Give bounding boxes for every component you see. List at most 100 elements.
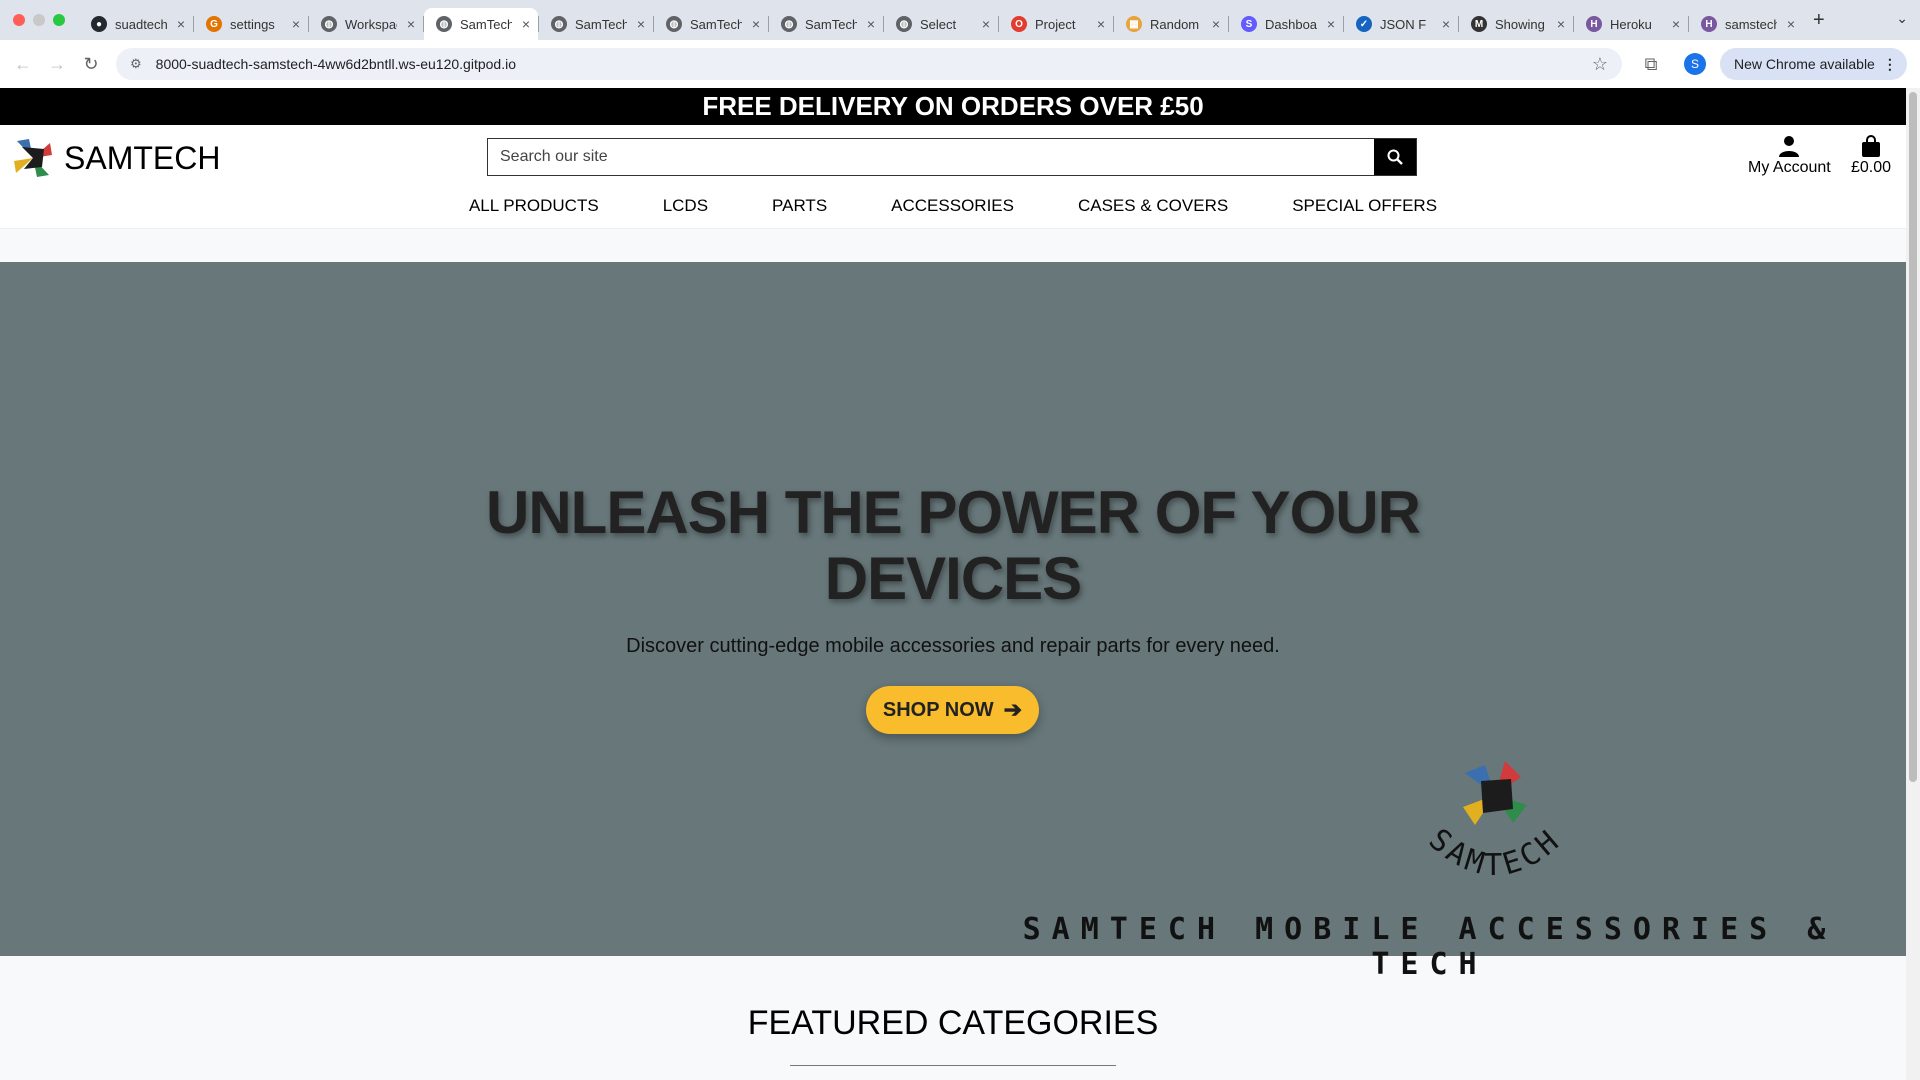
tab-label: Dashboard bbox=[1265, 16, 1317, 32]
samtech-logo-icon bbox=[14, 139, 52, 177]
tab-close-icon[interactable]: × bbox=[1097, 16, 1105, 32]
browser-tab[interactable]: S Dashboard × bbox=[1229, 8, 1343, 40]
browser-tab[interactable]: M Showing × bbox=[1459, 8, 1573, 40]
samtech-emblem-icon: SAMTECH bbox=[1422, 761, 1568, 883]
github-icon: ● bbox=[91, 16, 107, 32]
browser-toolbar: ← → ↻ ⚙ 8000-suadtech-samstech-4ww6d2bnt… bbox=[0, 40, 1920, 88]
tab-close-icon[interactable]: × bbox=[292, 16, 300, 32]
tab-close-icon[interactable]: × bbox=[1787, 16, 1795, 32]
arrow-right-icon: ➔ bbox=[1003, 697, 1023, 722]
zoom-window-button[interactable] bbox=[53, 14, 65, 26]
svg-text:SAMTECH: SAMTECH bbox=[1422, 822, 1568, 883]
site-logo[interactable]: SAMTECH bbox=[12, 137, 220, 179]
forward-arrow-icon[interactable]: → bbox=[40, 54, 74, 75]
nav-all-products[interactable]: ALL PRODUCTS bbox=[437, 196, 631, 216]
stripe-icon: S bbox=[1241, 16, 1257, 32]
nav-special-offers[interactable]: SPECIAL OFFERS bbox=[1260, 196, 1469, 216]
tab-close-icon[interactable]: × bbox=[177, 16, 185, 32]
tab-close-icon[interactable]: × bbox=[1442, 16, 1450, 32]
reload-icon[interactable]: ↻ bbox=[74, 54, 108, 75]
browser-tab[interactable]: ◍ SamTech × bbox=[424, 8, 538, 40]
browser-tab[interactable]: ◍ SamTech × bbox=[769, 8, 883, 40]
emblem-text: SAMTECH bbox=[1422, 822, 1564, 883]
tab-search-chevron-icon[interactable]: ⌄ bbox=[1896, 10, 1908, 27]
browser-tab[interactable]: O Project × bbox=[999, 8, 1113, 40]
address-bar[interactable]: ⚙ 8000-suadtech-samstech-4ww6d2bntll.ws-… bbox=[116, 48, 1622, 80]
header-spacer bbox=[0, 229, 1906, 262]
tab-label: SamTech bbox=[460, 16, 512, 32]
search-button[interactable] bbox=[1374, 139, 1416, 175]
checkbox-icon: ✓ bbox=[1356, 16, 1372, 32]
bookmark-star-icon[interactable]: ☆ bbox=[1592, 54, 1608, 75]
browser-tab[interactable]: ◍ Select × bbox=[884, 8, 998, 40]
tab-close-icon[interactable]: × bbox=[1557, 16, 1565, 32]
nav-parts[interactable]: PARTS bbox=[740, 196, 859, 216]
picture-icon: ▦ bbox=[1126, 16, 1142, 32]
chrome-update-button[interactable]: New Chrome available ⋮ bbox=[1720, 48, 1907, 80]
bird-icon: M bbox=[1471, 16, 1487, 32]
featured-categories-title: FEATURED CATEGORIES bbox=[747, 1004, 1159, 1042]
browser-tab[interactable]: ◍ SamTech × bbox=[539, 8, 653, 40]
nav-accessories[interactable]: ACCESSORIES bbox=[859, 196, 1046, 216]
heroku-icon: H bbox=[1586, 16, 1602, 32]
browser-tab[interactable]: ✓ JSON F × bbox=[1344, 8, 1458, 40]
shop-now-label: SHOP NOW bbox=[882, 698, 994, 721]
tab-close-icon[interactable]: × bbox=[407, 16, 415, 32]
url-text[interactable]: 8000-suadtech-samstech-4ww6d2bntll.ws-eu… bbox=[156, 56, 1592, 72]
cart-total: £0.00 bbox=[1851, 159, 1892, 176]
browser-tab-bar: ● suadtech × Gsettings × ◍ Workspaces × ◍ SamTech… bbox=[0, 0, 1920, 40]
tab-label: SamTech bbox=[575, 16, 627, 32]
tab-label: SamTech bbox=[690, 16, 742, 32]
back-arrow-icon[interactable]: ← bbox=[6, 54, 40, 75]
globe-icon: ◍ bbox=[436, 16, 452, 32]
shopping-bag-icon bbox=[1862, 135, 1881, 157]
tab-close-icon[interactable]: × bbox=[1672, 16, 1680, 32]
profile-avatar[interactable]: S bbox=[1684, 53, 1706, 75]
tab-close-icon[interactable]: × bbox=[1212, 16, 1220, 32]
browser-tab[interactable]: ◍ SamTech × bbox=[654, 8, 768, 40]
shop-now-button[interactable]: SHOP NOW ➔ bbox=[866, 686, 1039, 734]
tab-close-icon[interactable]: × bbox=[1327, 16, 1335, 32]
main-nav: ALL PRODUCTS LCDS PARTS ACCESSORIES CASE… bbox=[0, 185, 1906, 227]
globe-icon: ◍ bbox=[666, 16, 682, 32]
nav-lcds[interactable]: LCDS bbox=[631, 196, 740, 216]
browser-tab[interactable]: ◍ Workspaces × bbox=[309, 8, 423, 40]
nav-cases-covers[interactable]: CASES & COVERS bbox=[1046, 196, 1260, 216]
globe-icon: ◍ bbox=[781, 16, 797, 32]
cart-link[interactable]: £0.00 bbox=[1851, 135, 1891, 177]
my-account-link[interactable]: My Account bbox=[1748, 135, 1831, 177]
tab-label: samstech bbox=[1725, 16, 1777, 32]
hero-tagline: SAMTECH MOBILE ACCESSORIES & TECH bbox=[1022, 912, 1837, 982]
brand-name: SAMTECH bbox=[64, 139, 221, 176]
browser-tab[interactable]: ▦ Random × bbox=[1114, 8, 1228, 40]
tab-close-icon[interactable]: × bbox=[752, 16, 760, 32]
promo-banner: FREE DELIVERY ON ORDERS OVER £50 bbox=[0, 88, 1906, 125]
close-window-button[interactable] bbox=[13, 14, 25, 26]
tab-label: Project bbox=[1035, 16, 1076, 32]
tab-label: suadtech bbox=[115, 16, 167, 32]
page-scrollbar[interactable] bbox=[1906, 88, 1920, 1080]
minimize-window-button[interactable] bbox=[33, 14, 45, 26]
my-account-label: My Account bbox=[1748, 159, 1831, 176]
search-input[interactable] bbox=[488, 139, 1374, 175]
browser-tab[interactable]: ● suadtech × bbox=[79, 8, 193, 40]
tab-label: settings bbox=[230, 16, 275, 32]
new-tab-button[interactable]: + bbox=[1813, 9, 1825, 32]
extensions-puzzle-icon[interactable]: ⧉ bbox=[1632, 54, 1670, 75]
tab-close-icon[interactable]: × bbox=[867, 16, 875, 32]
tab-label: Heroku bbox=[1610, 16, 1652, 32]
tab-label: Select bbox=[920, 16, 957, 32]
tab-close-icon[interactable]: × bbox=[982, 16, 990, 32]
browser-tab[interactable]: Gsettings × bbox=[194, 8, 308, 40]
hero-title: UNLEASH THE POWER OF YOUR DEVICES bbox=[0, 480, 1906, 612]
browser-tab[interactable]: H Heroku × bbox=[1574, 8, 1688, 40]
scrollbar-thumb[interactable] bbox=[1909, 92, 1917, 782]
site-settings-icon[interactable]: ⚙ bbox=[130, 56, 142, 72]
tab-close-icon[interactable]: × bbox=[637, 16, 645, 32]
hero-subtitle: Discover cutting-edge mobile accessories… bbox=[626, 635, 1280, 657]
title-divider bbox=[790, 1065, 1116, 1066]
kebab-menu-icon[interactable]: ⋮ bbox=[1883, 56, 1897, 73]
site-header: SAMTECH My Account £0.00 bbox=[0, 125, 1906, 229]
tab-close-icon[interactable]: × bbox=[522, 16, 530, 32]
browser-tab[interactable]: Hsamstech × bbox=[1689, 8, 1803, 40]
